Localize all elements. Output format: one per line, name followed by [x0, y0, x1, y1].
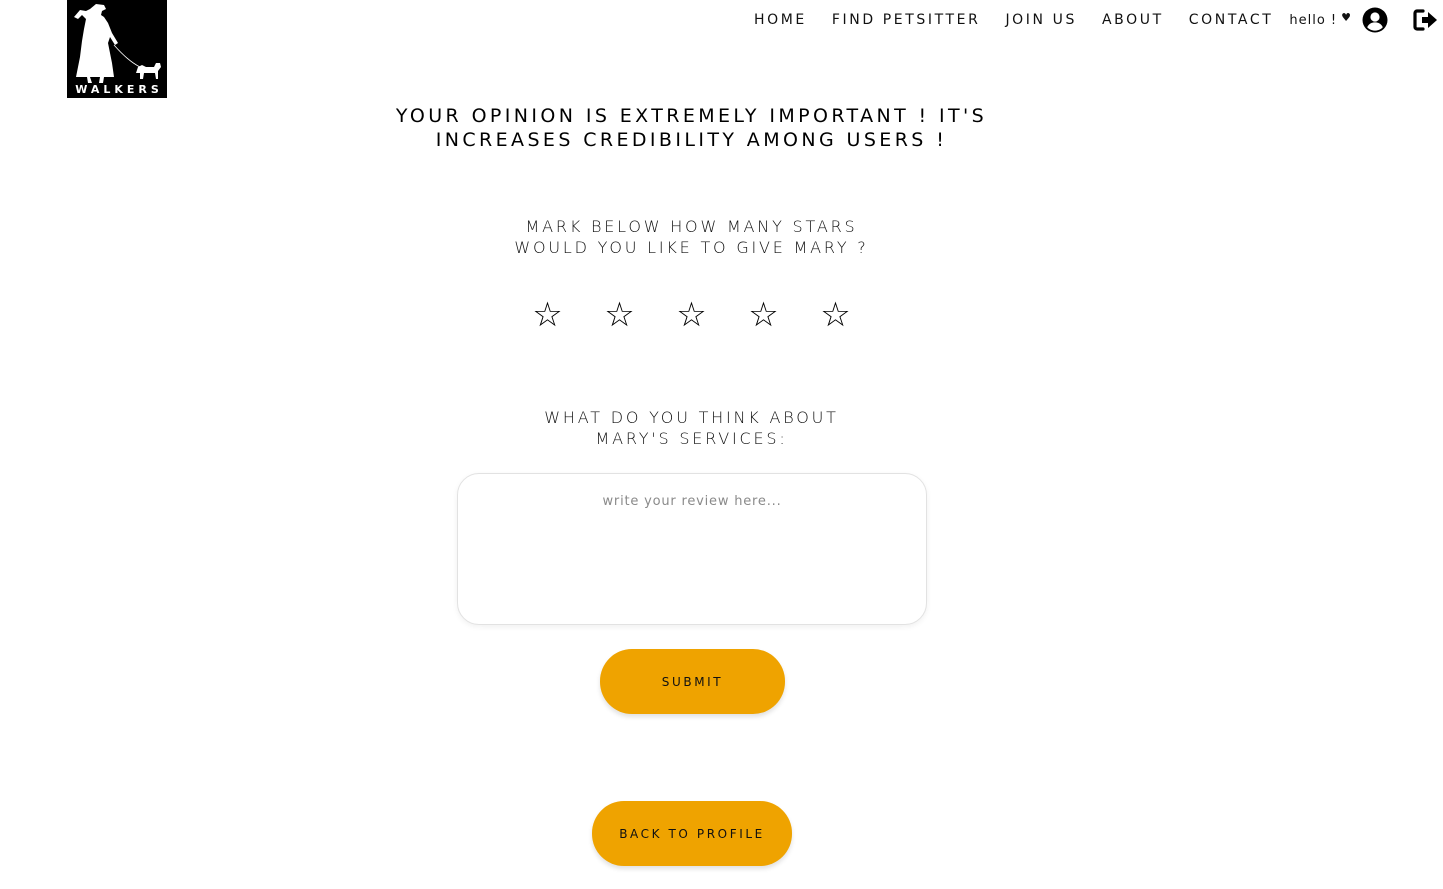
review-prompt: WHAT DO YOU THINK ABOUT MARY'S SERVICES:: [0, 407, 1383, 449]
walker-with-dog-icon: [74, 4, 161, 83]
top-nav: HOME FIND PETSITTER JOIN US ABOUT CONTAC…: [754, 7, 1443, 33]
nav-join-us[interactable]: JOIN US: [1005, 10, 1077, 30]
user-circle-icon[interactable]: [1362, 7, 1388, 33]
star-4-icon[interactable]: ☆: [744, 293, 784, 337]
review-prompt-line-1: WHAT DO YOU THINK ABOUT: [544, 408, 839, 427]
star-3-icon[interactable]: ☆: [672, 293, 712, 337]
stars-prompt-line-1: MARK BELOW HOW MANY STARS: [525, 217, 858, 236]
nav-contact[interactable]: CONTACT: [1189, 10, 1274, 30]
back-to-profile-button[interactable]: BACK TO PROFILE: [592, 801, 792, 866]
star-2-icon[interactable]: ☆: [600, 293, 640, 337]
headline-line-1: YOUR OPINION IS EXTREMELY IMPORTANT ! IT…: [395, 105, 988, 127]
greeting-text: hello !: [1289, 12, 1338, 28]
walkers-logo[interactable]: WALKERS: [67, 0, 167, 98]
logo-text: WALKERS: [75, 83, 163, 96]
stars-prompt-line-2: WOULD YOU LIKE TO GIVE MARY ?: [514, 238, 869, 257]
sign-out-icon[interactable]: [1413, 8, 1439, 32]
nav-about[interactable]: ABOUT: [1102, 10, 1164, 30]
headline-line-2: INCREASES CREDIBILITY AMONG USERS !: [435, 129, 948, 151]
review-box: [457, 473, 927, 625]
nav-find-petsitter[interactable]: FIND PETSITTER: [832, 10, 981, 30]
star-5-icon[interactable]: ☆: [816, 293, 856, 337]
review-page: WALKERS HOME FIND PETSITTER JOIN US ABOU…: [0, 0, 1443, 889]
star-1-icon[interactable]: ☆: [528, 293, 568, 337]
user-greeting: hello ! ♥: [1289, 10, 1352, 28]
stars-prompt: MARK BELOW HOW MANY STARS WOULD YOU LIKE…: [0, 216, 1383, 258]
review-textarea[interactable]: [458, 474, 926, 624]
page-headline: YOUR OPINION IS EXTREMELY IMPORTANT ! IT…: [0, 104, 1383, 152]
submit-button[interactable]: SUBMIT: [600, 649, 785, 714]
nav-home[interactable]: HOME: [754, 10, 807, 30]
review-prompt-line-2: MARY'S SERVICES:: [595, 429, 788, 448]
heart-icon: ♥: [1341, 10, 1352, 24]
star-rating: ☆ ☆ ☆ ☆ ☆: [0, 293, 1383, 337]
